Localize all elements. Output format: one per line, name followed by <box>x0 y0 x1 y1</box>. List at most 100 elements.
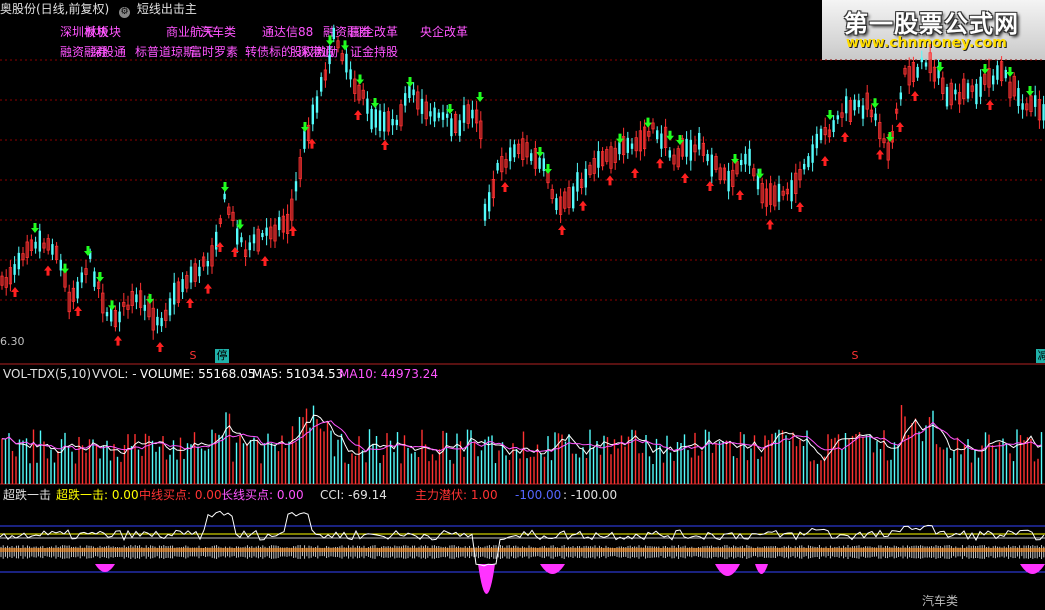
sell-arrow <box>936 62 944 72</box>
signal-arrows <box>11 35 1034 352</box>
candle-body <box>811 144 814 163</box>
candle-body <box>966 83 970 99</box>
candle-body <box>252 234 256 244</box>
sell-arrow <box>826 110 834 120</box>
candlestick-chart[interactable] <box>0 0 1045 365</box>
candle-body <box>975 83 978 105</box>
sell-arrow <box>221 182 229 192</box>
neg100-blue: -100.00 <box>515 488 562 502</box>
candle-body <box>404 93 407 106</box>
candle-body <box>807 156 810 168</box>
candle-body <box>660 133 663 149</box>
cci-indicator-name[interactable]: 超跌一击 <box>3 488 51 502</box>
candle-body <box>1004 69 1007 79</box>
candle-body <box>996 65 999 80</box>
candle-body <box>420 98 424 114</box>
candle-body <box>992 75 995 85</box>
candle-body <box>446 113 449 118</box>
candles <box>0 24 1045 340</box>
chart-app: 奥股份(日线,前复权) ⚙ 短线出击主 深圳板块 林板块 商业航天 汽车类 通达信88 融… <box>0 0 1045 610</box>
vol-indicator-name[interactable]: VOL-TDX(5,10) <box>3 367 91 381</box>
candle-body <box>278 217 281 231</box>
buy-arrow <box>381 140 389 150</box>
candle-body <box>135 294 138 303</box>
candle-body <box>261 233 264 238</box>
candle-body <box>105 312 109 317</box>
candle-body <box>576 172 579 192</box>
candle-body <box>198 266 201 277</box>
candle-body <box>689 139 692 161</box>
buy-arrow <box>911 91 919 101</box>
candle-body <box>924 62 928 67</box>
sell-arrow <box>371 98 379 108</box>
candle-body <box>34 241 37 249</box>
candle-body <box>597 151 600 168</box>
zxmd-value: 中线买点: 0.00 <box>139 488 222 502</box>
sell-arrow <box>1026 86 1034 96</box>
volume-chart[interactable] <box>0 380 1045 485</box>
candle-body <box>874 113 877 121</box>
candle-body <box>458 120 461 136</box>
candle-body <box>143 304 146 311</box>
candle-body <box>790 180 793 202</box>
buy-arrow <box>558 225 566 235</box>
candle-body <box>429 111 432 117</box>
candle-body <box>538 157 541 169</box>
cdyj-value: 超跌一击: 0.00 <box>56 488 139 502</box>
neg100-white: : -100.00 <box>563 488 618 502</box>
candle-body <box>513 144 516 158</box>
buy-arrow <box>736 190 744 200</box>
buy-arrow <box>821 156 829 166</box>
candle-body <box>437 112 440 118</box>
candle-body <box>378 110 382 131</box>
candle-body <box>744 153 747 165</box>
candle-body <box>303 130 306 149</box>
status-marker: S <box>189 349 197 362</box>
candle-body <box>861 105 865 119</box>
candle-body <box>819 128 823 141</box>
cxmd-value: 长线买点: 0.00 <box>221 488 304 502</box>
volume-value: VOLUME: 55168.05 <box>140 367 256 381</box>
candle-body <box>945 87 949 107</box>
status-marker: 停 <box>215 349 229 363</box>
sell-arrow <box>1006 67 1014 77</box>
ma5-line <box>1 414 1042 462</box>
status-marker: 减 <box>1036 349 1045 363</box>
candle-body <box>332 27 335 39</box>
sell-arrow <box>356 74 364 85</box>
buy-arrow <box>156 342 164 352</box>
cci-chart[interactable] <box>0 502 1045 610</box>
candle-body <box>483 203 487 221</box>
candle-body <box>383 111 386 132</box>
buy-arrow <box>579 200 587 211</box>
candle-body <box>366 98 369 114</box>
candle-body <box>630 143 634 149</box>
buy-arrow <box>606 175 614 186</box>
candle-body <box>93 271 96 287</box>
buy-arrow <box>501 182 509 192</box>
sell-arrow <box>644 117 652 128</box>
candle-body <box>462 105 466 123</box>
sell-arrow <box>108 300 116 311</box>
candle-body <box>240 237 243 243</box>
candle-body <box>173 282 176 305</box>
zlqf-value: 主力潜伏: 1.00 <box>415 488 498 502</box>
candle-body <box>710 154 713 177</box>
buy-arrow <box>114 335 122 346</box>
buy-arrow <box>231 247 239 257</box>
candle-body <box>1017 88 1020 106</box>
candle-body <box>836 115 839 120</box>
candle-body <box>555 198 558 210</box>
buy-arrow <box>841 132 849 142</box>
candle-body <box>530 153 533 161</box>
candle-body <box>572 186 575 209</box>
candle-body <box>118 311 121 323</box>
candle-body <box>496 162 499 171</box>
candle-body <box>374 109 377 128</box>
candle-body <box>223 193 226 200</box>
candle-body <box>311 104 314 125</box>
candle-body <box>509 147 512 162</box>
sell-arrow <box>406 77 414 87</box>
sell-arrow <box>476 92 484 102</box>
candle-body <box>160 317 163 327</box>
